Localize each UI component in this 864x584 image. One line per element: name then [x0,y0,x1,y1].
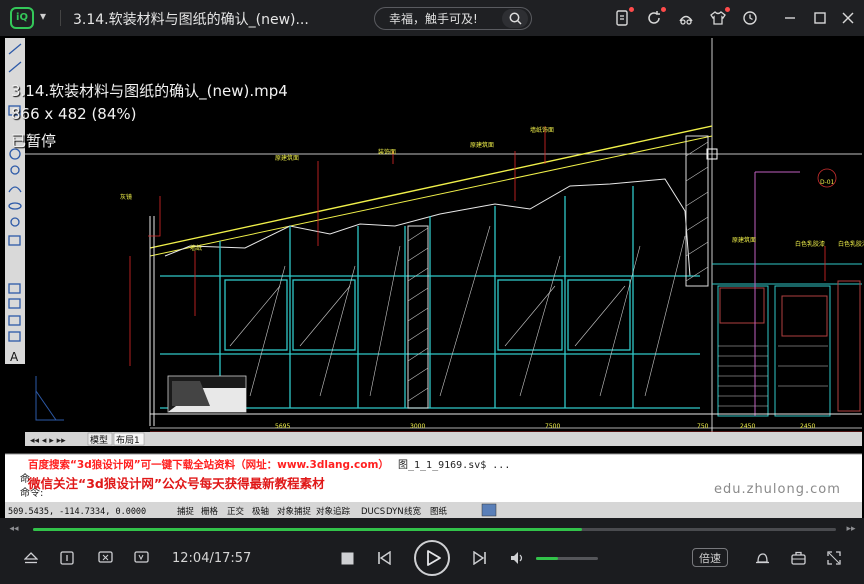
cad-dimension: 7500 [545,423,560,430]
maximize-icon[interactable] [811,9,829,27]
playlist-icon[interactable] [58,549,76,567]
cad-status-ducs: DUCS [361,507,385,517]
cad-annotation: 原建筑面 [732,236,756,244]
stop-icon[interactable] [340,551,355,566]
cad-status-ortho: 正交 [227,506,245,517]
previous-icon[interactable] [375,550,393,566]
progress-bar[interactable] [33,528,836,531]
progress-fill [33,528,583,531]
play-button[interactable] [414,540,450,576]
window-title: 3.14.软装材料与图纸的确认_(new)... [73,12,309,28]
cad-status-lineweight: 线宽 [404,506,422,517]
cad-annotation: 灰镜 [120,193,132,201]
minimize-icon[interactable] [781,9,799,27]
cad-annotation: 原建筑面 [275,154,299,162]
volume-fill [536,557,558,560]
playback-time: 12:04/17:57 [172,551,252,566]
fullscreen-icon[interactable] [825,549,843,567]
cad-status-osnap: 对象捕捉 [277,506,312,517]
gift-icon[interactable] [677,9,695,27]
bell-icon[interactable] [753,549,771,567]
volume-icon[interactable] [508,550,526,566]
cad-status-paper: 图纸 [430,506,448,517]
site-watermark: edu.zhulong.com [714,482,841,497]
cast-screen-icon[interactable] [96,549,114,567]
chevron-down-icon[interactable]: ▾ [40,9,46,23]
cad-command-file: 图_1_1_9169.sv$ ... [398,459,510,471]
skin-shirt-icon[interactable] [709,7,730,27]
app-logo-text: iQ [16,12,28,23]
cad-dimension: 2450 [800,423,815,430]
player-window: iQ ▾ 3.14.软装材料与图纸的确认_(new)... 幸福，触手可及! A… [0,0,864,584]
control-bar: ◂◂ ▸▸ 12:04/17:57 倍速 [0,518,864,584]
cad-status-grid: 栅格 [201,506,219,517]
cad-status-snap: 捕捉 [177,506,195,517]
cad-status-otrack: 对象追踪 [316,506,351,517]
ad-line-2: 微信关注“3d狼设计网”公众号每天获得最新教程素材 [28,476,325,491]
app-logo-icon[interactable]: iQ [10,7,34,29]
osd-filename: 3.14.软装材料与图纸的确认_(new).mp4 [11,82,288,100]
cad-dimension: 3000 [410,423,425,430]
play-icon [426,550,441,566]
cad-annotation: 原建筑面 [470,141,494,149]
ad-line-1: 百度搜索“3d狼设计网”可一键下载全站资料（网址：www.3dlang.com） [28,459,389,471]
cad-annotation: 装饰面 [378,148,396,156]
cad-tab-model: 模型 [90,435,108,446]
svg-text:◂◂ ◂ ▸ ▸▸: ◂◂ ◂ ▸ ▸▸ [30,436,66,446]
cad-dimension: 2450 [740,423,755,430]
history-clock-icon[interactable] [741,9,759,27]
cad-annotation: 墙纸 [190,244,202,252]
cad-tab-layout1: 布局1 [116,434,140,446]
notification-dot [725,7,730,12]
osd-paused-state: 已暂停 [11,132,57,150]
cad-annotation: 白色乳胶漆 [795,240,825,248]
rewind-icon[interactable]: ◂◂ [6,522,22,536]
notification-dot [661,7,666,12]
cad-status-dyn: DYN [386,507,404,517]
search-box[interactable]: 幸福，触手可及! [374,7,532,30]
title-bar: iQ ▾ 3.14.软装材料与图纸的确认_(new)... 幸福，触手可及! [0,0,864,36]
osd-resolution: 866 x 482 (84%) [11,105,137,123]
next-icon[interactable] [471,550,489,566]
cad-coords: 509.5435, -114.7334, 0.0000 [8,507,146,517]
notification-dot [629,7,634,12]
cad-dimension: 5695 [275,423,290,430]
cad-annotation: 墙纸饰面 [530,126,554,134]
cad-text-tool-icon: A [10,350,19,364]
refresh-icon[interactable] [645,7,666,27]
fast-forward-icon[interactable]: ▸▸ [843,522,859,536]
subtitle-icon[interactable] [132,549,150,567]
cad-status-polar: 极轴 [252,506,269,517]
close-icon[interactable] [839,9,857,27]
cad-dimension: 750 [697,423,709,430]
cad-annotation: 白色乳胶漆 [838,240,864,248]
divider [60,10,61,26]
volume-slider[interactable] [536,557,598,560]
toolbox-icon[interactable] [789,549,807,567]
eject-icon[interactable] [22,550,40,566]
document-icon[interactable] [613,7,634,27]
speed-button[interactable]: 倍速 [692,548,728,567]
video-frame[interactable]: A 灰镜 原建筑面 装饰面 墙纸 原建筑面 墙纸饰面 白色乳胶漆 白色乳胶 原建… [0,36,864,518]
search-input[interactable]: 幸福，触手可及! [389,10,501,27]
search-icon[interactable] [502,9,528,28]
